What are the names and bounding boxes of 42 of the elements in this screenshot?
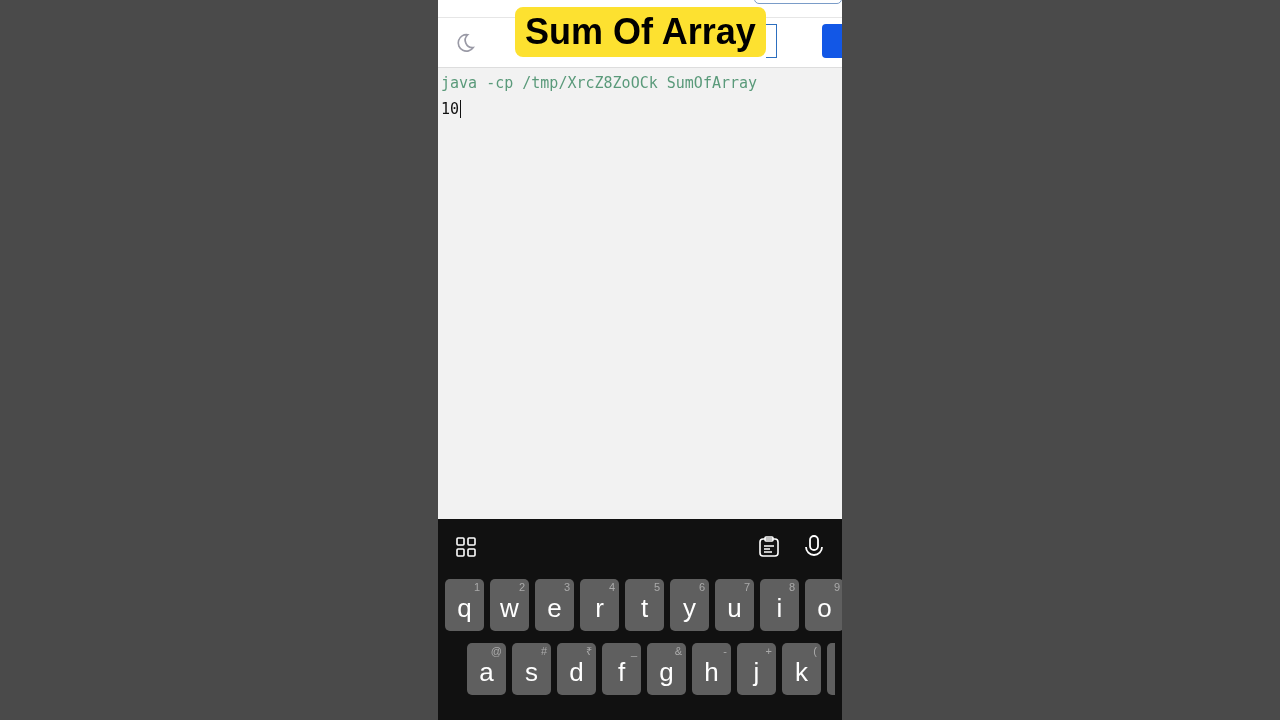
key-hint: 6	[698, 580, 705, 594]
key-hint: #	[540, 644, 547, 658]
keyboard-key[interactable]: s #	[512, 643, 551, 695]
keyboard-key[interactable]: k (	[782, 643, 821, 695]
moon-icon[interactable]	[454, 31, 476, 54]
keyboard-key[interactable]: u 7	[715, 579, 754, 631]
keyboard-key[interactable]: h -	[692, 643, 731, 695]
key-hint: 4	[608, 580, 615, 594]
key-hint: ₹	[586, 644, 592, 658]
keyboard-key[interactable]: y 6	[670, 579, 709, 631]
key-hint: &	[674, 644, 682, 658]
key-hint: @	[490, 644, 502, 658]
input-text: 10	[441, 100, 462, 118]
grid-icon[interactable]	[456, 537, 476, 557]
keyboard-key[interactable]: j +	[737, 643, 776, 695]
keyboard-key[interactable]: a @	[467, 643, 506, 695]
key-hint: 2	[518, 580, 525, 594]
key-hint: 8	[788, 580, 795, 594]
key-hint: _	[630, 644, 637, 658]
key-hint: 5	[653, 580, 660, 594]
command-line: java -cp /tmp/XrcZ8ZoOCk SumOfArray	[441, 74, 758, 92]
key-hint: 7	[743, 580, 750, 594]
key-hint: 9	[833, 580, 840, 594]
microphone-icon[interactable]	[804, 535, 824, 559]
video-caption: Sum Of Array	[515, 7, 766, 57]
key-hint: (	[813, 644, 817, 658]
clipboard-icon[interactable]	[758, 536, 780, 558]
keyboard-key[interactable]: e 3	[535, 579, 574, 631]
keyboard-key[interactable]: t 5	[625, 579, 664, 631]
keyboard-key[interactable]: d ₹	[557, 643, 596, 695]
keyboard-key[interactable]: f _	[602, 643, 641, 695]
key-hint: -	[723, 644, 727, 658]
keyboard-key[interactable]	[827, 643, 835, 695]
keyboard-key[interactable]: w 2	[490, 579, 529, 631]
key-hint: 3	[563, 580, 570, 594]
keyboard-key[interactable]: i 8	[760, 579, 799, 631]
keyboard-key[interactable]: o 9	[805, 579, 842, 631]
key-hint: +	[765, 644, 772, 658]
keyboard-key[interactable]: r 4	[580, 579, 619, 631]
keyboard-key[interactable]: q 1	[445, 579, 484, 631]
key-hint: 1	[473, 580, 480, 594]
keyboard-key[interactable]: g &	[647, 643, 686, 695]
